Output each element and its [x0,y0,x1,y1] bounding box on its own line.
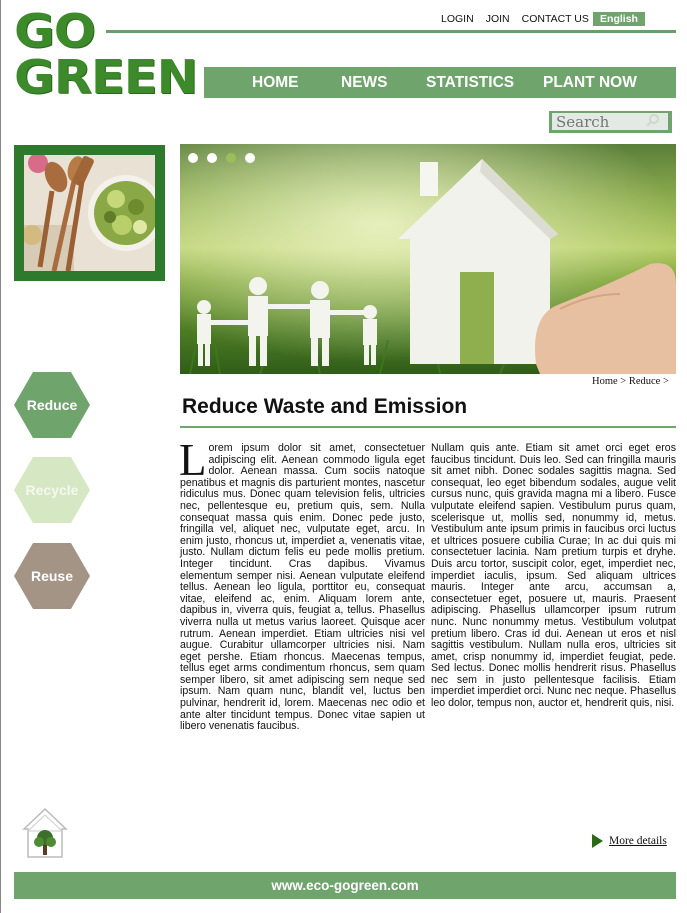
nav-plant-now[interactable]: PLANT NOW [543,74,637,92]
title-rule [180,426,676,428]
article-column-1: Lorem ipsum dolor sit amet, consectetuer… [179,435,425,733]
search-box [549,111,672,133]
utensils-salad-image [24,155,155,271]
page-border [0,0,1,913]
main-nav: HOME NEWS STATISTICS PLANT NOW [204,67,676,98]
language-selector[interactable]: English [593,12,645,26]
hero-banner[interactable] [180,144,676,374]
play-triangle-icon [592,834,603,848]
more-details-link[interactable]: More details [592,834,667,848]
dropcap: L [179,435,207,485]
more-details-label: More details [609,835,667,847]
article-text-1: orem ipsum dolor sit amet, consectetuer … [180,442,425,733]
family-house-image [180,144,676,374]
join-link[interactable]: JOIN [486,13,510,25]
reduce-button[interactable]: Reduce [14,372,90,438]
slider-dot-2[interactable] [207,153,217,163]
breadcrumb[interactable]: Home > Reduce > [592,376,669,387]
nav-statistics[interactable]: STATISTICS [426,74,514,92]
header-rule [106,30,676,33]
search-icon[interactable] [646,113,660,130]
slider-dot-4[interactable] [245,153,255,163]
logo-line-green: GREEN [14,50,198,104]
footer-url[interactable]: www.eco-gogreen.com [14,872,676,899]
top-links: LOGIN JOIN CONTACT US [441,13,589,25]
slider-dot-3[interactable] [226,153,236,163]
nav-news[interactable]: NEWS [341,74,388,92]
thumbnail-frame[interactable] [14,145,165,281]
article-title: Reduce Waste and Emission [182,395,468,418]
nav-home[interactable]: HOME [252,74,299,92]
slider-dot-1[interactable] [188,153,198,163]
reuse-button[interactable]: Reuse [14,543,90,609]
slider-dots [188,153,255,163]
gogreen-logo[interactable]: GO GREEN [14,8,204,100]
article-column-2: Nullam quis ante. Etiam sit amet orci eg… [431,442,676,710]
recycle-button[interactable]: Recycle [14,457,90,523]
contact-us-link[interactable]: CONTACT US [522,13,589,25]
house-tree-icon[interactable] [20,805,70,860]
login-link[interactable]: LOGIN [441,13,474,25]
